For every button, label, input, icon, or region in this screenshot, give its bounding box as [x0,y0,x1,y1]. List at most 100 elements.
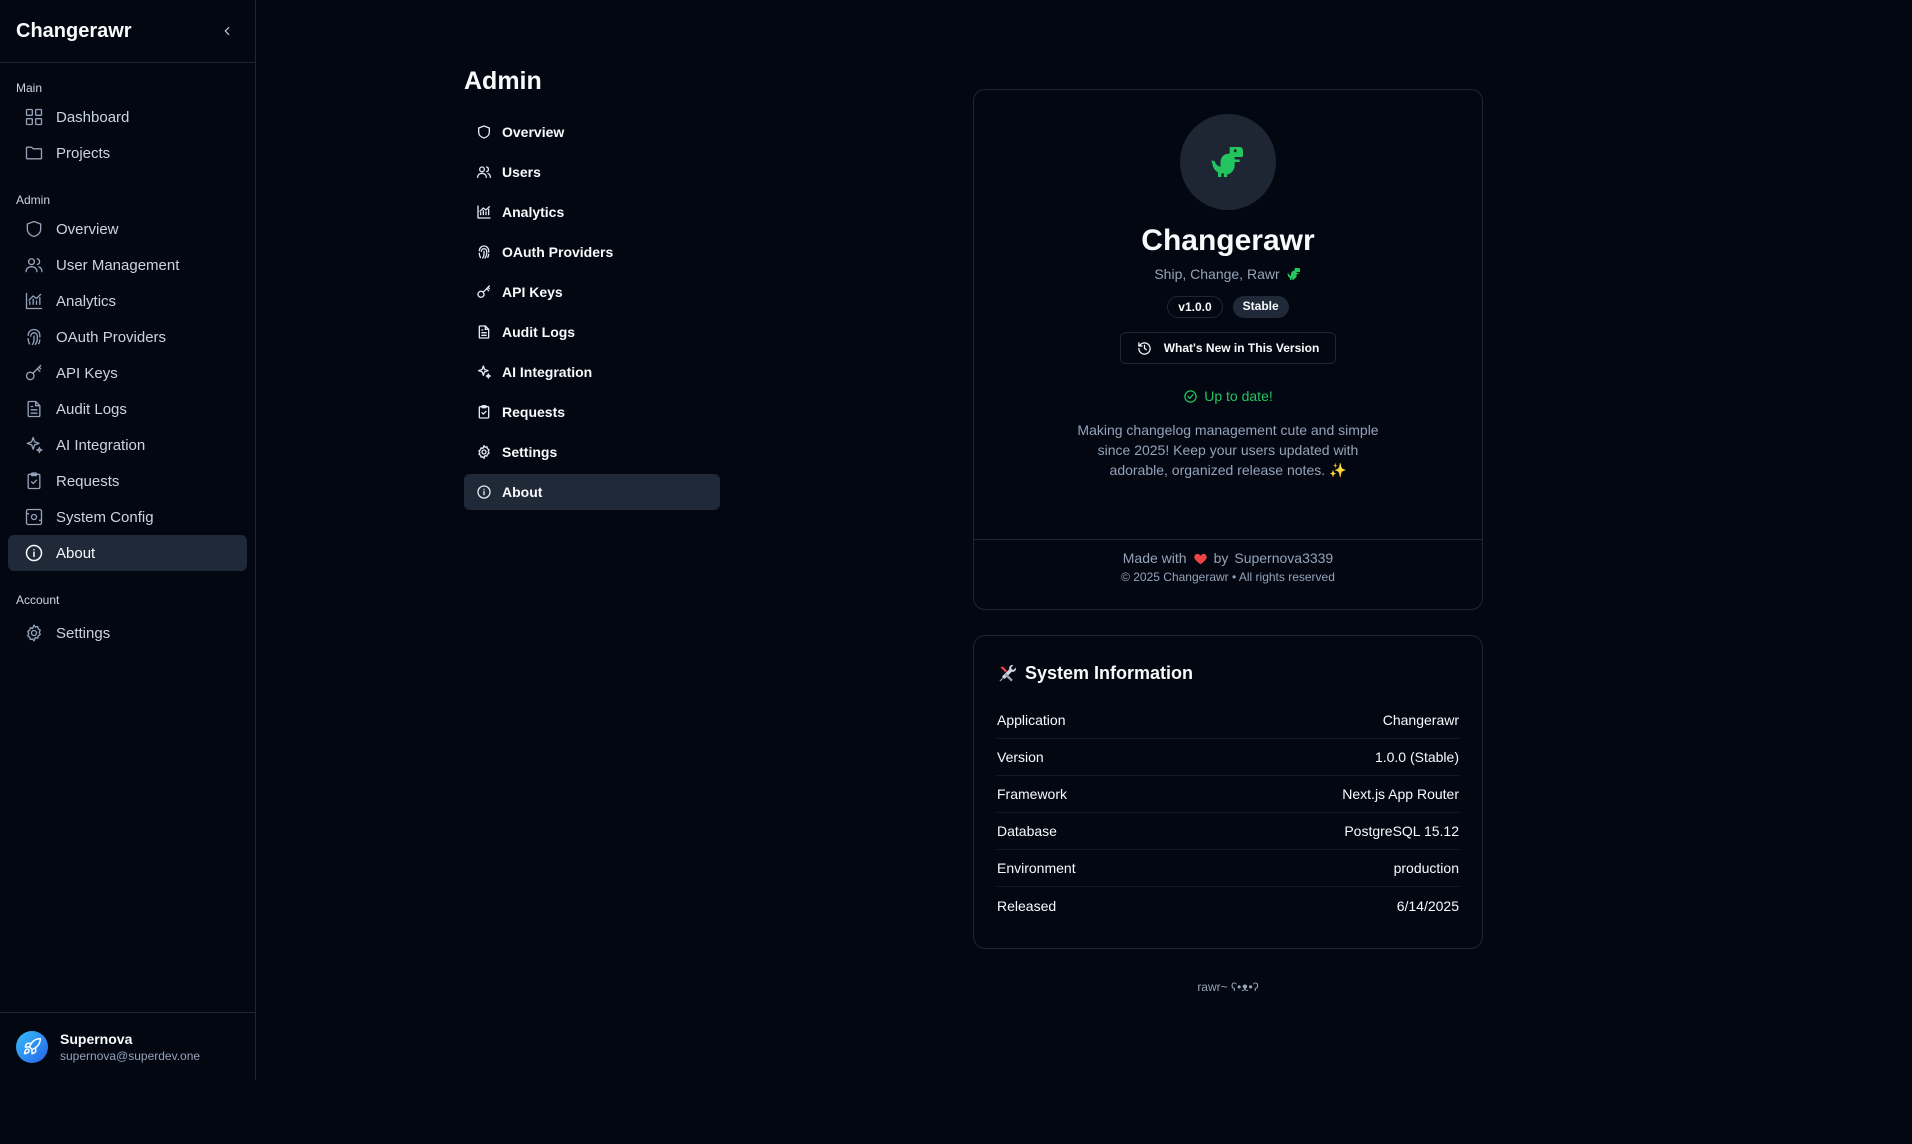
table-row: Database PostgreSQL 15.12 [997,813,1459,850]
admin-nav-audit-logs[interactable]: Audit Logs [464,314,720,350]
check-circle-icon [1184,389,1197,403]
sidebar-item-user-management[interactable]: User Management [8,247,247,283]
gear-icon [27,624,41,642]
admin-nav-requests[interactable]: Requests [464,394,720,430]
admin-nav-label: OAuth Providers [502,244,614,260]
sidebar-item-label: Overview [56,220,119,238]
admin-nav-analytics[interactable]: Analytics [464,194,720,230]
admin-nav-label: About [502,484,543,500]
about-card: Changerawr Ship, Change, Rawr v1.0.0 Sta… [973,89,1483,610]
admin-nav-ai-integration[interactable]: AI Integration [464,354,720,390]
system-info-header: System Information [997,663,1459,684]
sidebar-item-label: User Management [56,256,180,274]
sidebar-item-label: About [56,544,96,562]
about-footer: Made with by Supernova3339 © 2025 Change… [974,539,1482,609]
info-icon [477,485,491,499]
footer-rawr: rawr~ ʕ•ᴥ•ʔ [1197,980,1259,994]
made-with-by: by [1213,550,1229,566]
tools-icon [999,664,1017,681]
chevron-left-icon [224,26,230,36]
shield-icon [478,125,490,139]
sidebar-item-label: Audit Logs [56,400,127,418]
admin-nav-label: Settings [502,444,558,460]
clipboard-check-icon [27,472,41,490]
sidebar-brand: Changerawr [16,19,132,42]
admin-nav-users[interactable]: Users [464,154,720,190]
sidebar-item-label: Settings [56,624,111,642]
sidebar-group-account: Account [16,593,60,607]
admin-nav-oauth-providers[interactable]: OAuth Providers [464,234,720,270]
chart-icon [477,205,491,219]
made-with-line: Made with by Supernova3339 [974,550,1482,566]
row-value: Next.js App Router [1342,786,1459,802]
update-status-text: Up to date! [1204,388,1273,404]
sidebar-main-nav: Dashboard Projects [0,99,255,171]
sidebar-item-about[interactable]: About [8,535,247,571]
sidebar-item-analytics[interactable]: Analytics [8,283,247,319]
admin-nav-api-keys[interactable]: API Keys [464,274,720,310]
sidebar-item-overview[interactable]: Overview [8,211,247,247]
sidebar-item-label: Dashboard [56,108,130,126]
chart-icon [25,292,43,310]
info-icon [25,544,43,562]
admin-nav-label: AI Integration [502,364,593,380]
table-row: Version 1.0.0 (Stable) [997,739,1459,776]
admin-nav-label: Users [502,164,541,180]
admin-nav-about[interactable]: About [464,474,720,510]
avatar [16,1030,48,1063]
sidebar-item-settings[interactable]: Settings [8,615,247,651]
admin-nav: Overview Users Analytics OAuth Providers… [464,114,720,510]
app-logo [1180,114,1276,210]
whats-new-button[interactable]: What's New in This Version [1120,332,1336,364]
system-info-card: System Information Application Changeraw… [973,635,1483,949]
sidebar-header: Changerawr [0,0,255,63]
rocket-icon [23,1037,42,1054]
fingerprint-icon [27,328,41,346]
shield-icon [26,220,42,238]
dinosaur-icon [1211,147,1243,177]
dashboard-icon [25,108,43,126]
history-icon [1137,341,1151,355]
author-link[interactable]: Supernova3339 [1234,550,1333,566]
sidebar-group-main: Main [16,81,43,95]
sidebar-item-projects[interactable]: Projects [8,135,247,171]
version-badges: v1.0.0 Stable [974,296,1482,318]
sidebar-item-label: Analytics [56,292,117,310]
app-tagline: Ship, Change, Rawr [974,266,1482,282]
page-title: Admin [464,66,542,95]
sidebar-item-label: OAuth Providers [56,328,167,346]
system-info-title: System Information [1025,663,1194,683]
sparkles-icon [478,365,491,379]
sidebar-item-system-config[interactable]: System Config [8,499,247,535]
row-label: Application [997,712,1066,728]
sidebar-item-requests[interactable]: Requests [8,463,247,499]
admin-nav-overview[interactable]: Overview [464,114,720,150]
sidebar-item-oauth-providers[interactable]: OAuth Providers [8,319,247,355]
admin-nav-label: API Keys [502,284,563,300]
sidebar-item-api-keys[interactable]: API Keys [8,355,247,391]
user-name: Supernova [60,1030,133,1047]
sidebar-item-audit-logs[interactable]: Audit Logs [8,391,247,427]
user-profile[interactable]: Supernova supernova@superdev.one [0,1012,256,1080]
collapse-sidebar-button[interactable] [215,19,239,43]
table-row: Environment production [997,850,1459,887]
admin-nav-settings[interactable]: Settings [464,434,720,470]
update-status: Up to date! [974,388,1482,404]
file-text-icon [478,325,490,339]
sidebar-item-label: System Config [56,508,154,526]
sidebar-item-label: API Keys [56,364,118,382]
row-value: 6/14/2025 [1396,897,1459,914]
user-email: supernova@superdev.one [60,1048,201,1063]
clipboard-check-icon [478,405,490,419]
gear-icon [478,445,490,459]
version-badge: v1.0.0 [1167,296,1223,318]
copyright: © 2025 Changerawr • All rights reserved [1121,570,1335,584]
key-icon [25,364,42,381]
row-label: Framework [997,786,1068,802]
sidebar-item-dashboard[interactable]: Dashboard [8,99,247,135]
row-label: Environment [997,860,1076,876]
row-value: production [1393,860,1459,876]
sidebar-item-label: Projects [56,144,111,162]
sidebar-group-admin: Admin [16,193,51,207]
sidebar-item-ai-integration[interactable]: AI Integration [8,427,247,463]
